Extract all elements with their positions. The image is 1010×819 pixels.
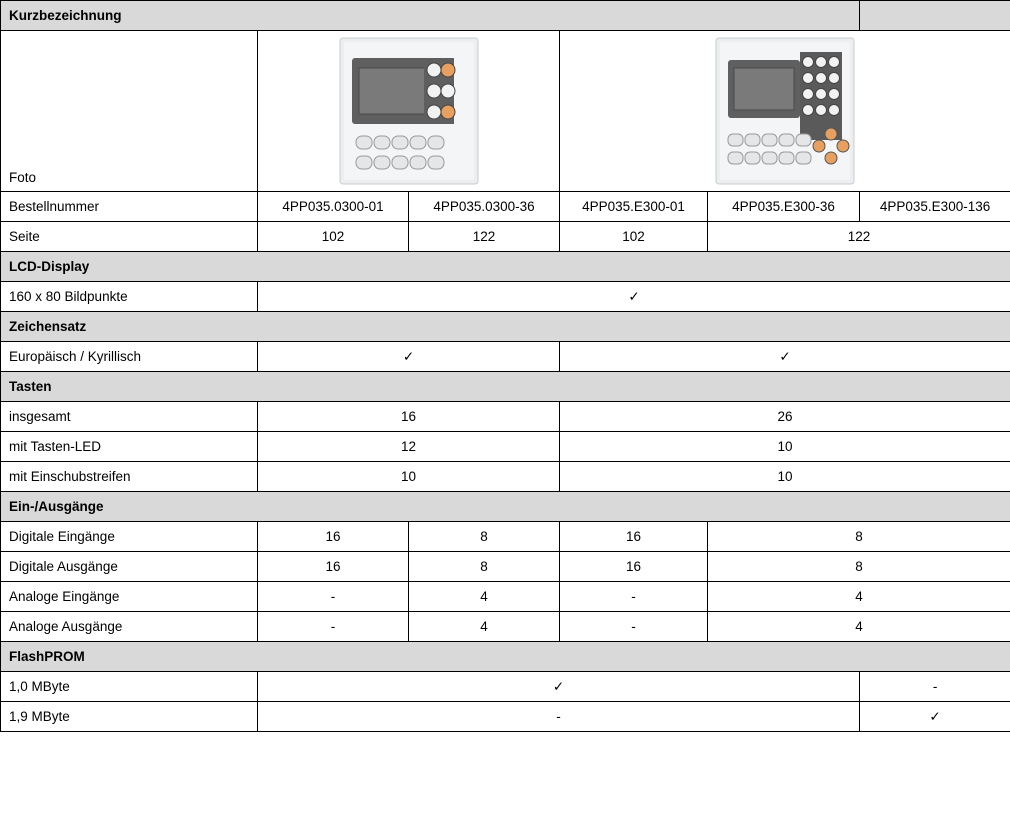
io-cell: 8 — [408, 521, 560, 552]
io-row: Analoge Eingänge - 4 - 4 — [0, 581, 1010, 612]
order-number-cell: 4PP035.E300-01 — [559, 191, 708, 222]
keys-cell: 10 — [558, 461, 1010, 492]
flash-cell: ✓ — [256, 671, 861, 702]
photo-label: Foto — [0, 30, 258, 192]
io-section-row: Ein-/Ausgänge — [0, 491, 1010, 522]
io-cell: 4 — [408, 581, 560, 612]
keys-row: mit Einschubstreifen 10 10 — [0, 461, 1010, 492]
order-number-row: Bestellnummer 4PP035.0300-01 4PP035.0300… — [0, 191, 1010, 222]
charset-row: Europäisch / Kyrillisch ✓ ✓ — [0, 341, 1010, 372]
flash-section-row: FlashPROM — [0, 641, 1010, 672]
order-number-cell: 4PP035.0300-01 — [257, 191, 409, 222]
flash-cell: - — [256, 701, 861, 732]
io-cell: 16 — [257, 551, 409, 582]
lcd-section-title: LCD-Display — [0, 251, 1010, 282]
flash-row: 1,0 MByte ✓ - — [0, 671, 1010, 702]
flash-row: 1,9 MByte - ✓ — [0, 701, 1010, 732]
keys-row: mit Tasten-LED 12 10 — [0, 431, 1010, 462]
spec-table: Kurzbezeichnung Foto Bestellnummer 4PP03… — [0, 0, 1010, 732]
io-cell: - — [257, 581, 409, 612]
keys-cell: 12 — [257, 431, 560, 462]
flash-row-label: 1,9 MByte — [0, 701, 258, 732]
order-number-label: Bestellnummer — [0, 191, 258, 222]
header-empty-cell — [859, 0, 1010, 31]
io-row-label: Digitale Ausgänge — [0, 551, 258, 582]
photo-cell-0300 — [257, 30, 560, 192]
keys-section-title: Tasten — [0, 371, 1010, 402]
header-row: Kurzbezeichnung — [0, 0, 1010, 31]
keys-cell: 26 — [558, 401, 1010, 432]
io-row-label: Digitale Eingänge — [0, 521, 258, 552]
keys-cell: 16 — [257, 401, 560, 432]
keys-cell: 10 — [558, 431, 1010, 462]
panel-e300-image — [715, 37, 855, 185]
flash-cell: - — [859, 671, 1010, 702]
lcd-section-row: LCD-Display — [0, 251, 1010, 282]
io-cell: 4 — [706, 611, 1010, 642]
page-cell: 122 — [408, 221, 560, 252]
io-cell: 16 — [559, 551, 708, 582]
lcd-row: 160 x 80 Bildpunkte ✓ — [0, 281, 1010, 312]
io-row-label: Analoge Eingänge — [0, 581, 258, 612]
io-cell: 8 — [706, 551, 1010, 582]
charset-section-row: Zeichensatz — [0, 311, 1010, 342]
page-row: Seite 102 122 102 122 — [0, 221, 1010, 252]
keys-row-label: mit Einschubstreifen — [0, 461, 258, 492]
io-cell: 4 — [408, 611, 560, 642]
page-cell: 122 — [706, 221, 1010, 252]
page-cell: 102 — [257, 221, 409, 252]
order-number-cell: 4PP035.E300-36 — [706, 191, 861, 222]
io-cell: - — [257, 611, 409, 642]
order-number-cell: 4PP035.E300-136 — [859, 191, 1010, 222]
page-label: Seite — [0, 221, 258, 252]
flash-row-label: 1,0 MByte — [0, 671, 258, 702]
keys-cell: 10 — [257, 461, 560, 492]
io-section-title: Ein-/Ausgänge — [0, 491, 1010, 522]
keys-row-label: insgesamt — [0, 401, 258, 432]
io-cell: 4 — [706, 581, 1010, 612]
io-cell: - — [559, 611, 708, 642]
io-row-label: Analoge Ausgänge — [0, 611, 258, 642]
charset-row-label: Europäisch / Kyrillisch — [0, 341, 258, 372]
io-cell: 16 — [257, 521, 409, 552]
io-cell: - — [559, 581, 708, 612]
flash-section-title: FlashPROM — [0, 641, 1010, 672]
photo-row: Foto — [0, 30, 1010, 192]
io-row: Digitale Ausgänge 16 8 16 8 — [0, 551, 1010, 582]
keys-section-row: Tasten — [0, 371, 1010, 402]
keys-row: insgesamt 16 26 — [0, 401, 1010, 432]
flash-cell: ✓ — [859, 701, 1010, 732]
check-mark: ✓ — [558, 341, 1010, 372]
header-title: Kurzbezeichnung — [0, 0, 861, 31]
keys-row-label: mit Tasten-LED — [0, 431, 258, 462]
io-row: Digitale Eingänge 16 8 16 8 — [0, 521, 1010, 552]
charset-section-title: Zeichensatz — [0, 311, 1010, 342]
photo-cell-e300 — [558, 30, 1010, 192]
io-cell: 8 — [706, 521, 1010, 552]
check-mark: ✓ — [257, 341, 560, 372]
io-cell: 16 — [559, 521, 708, 552]
page-cell: 102 — [559, 221, 708, 252]
io-cell: 8 — [408, 551, 560, 582]
order-number-cell: 4PP035.0300-36 — [408, 191, 560, 222]
panel-0300-image — [339, 37, 478, 185]
check-mark: ✓ — [256, 281, 1010, 312]
io-row: Analoge Ausgänge - 4 - 4 — [0, 611, 1010, 642]
lcd-row-label: 160 x 80 Bildpunkte — [0, 281, 258, 312]
